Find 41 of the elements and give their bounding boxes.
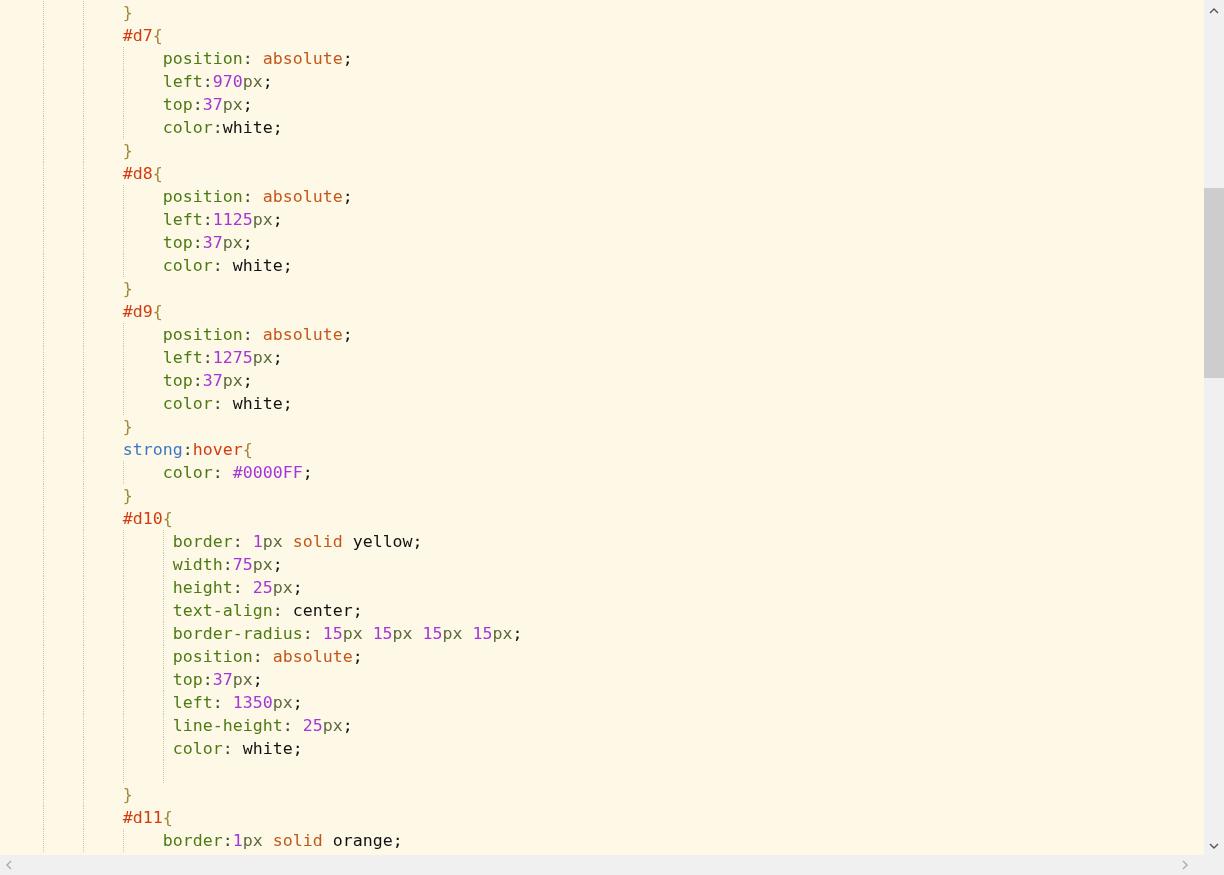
scroll-up-icon[interactable] (1209, 8, 1219, 14)
code-line: border-radius: 15px 15px 15px 15px; (3, 622, 523, 645)
code-line: top:37px; (3, 93, 253, 116)
code-line: } (3, 415, 133, 438)
code-line: text-align: center; (3, 599, 363, 622)
code-line: position: absolute; (3, 185, 353, 208)
code-line: border: 1px solid yellow; (3, 530, 423, 553)
code-line: #d10{ (3, 507, 173, 530)
code-line: color: #0000FF; (3, 461, 313, 484)
code-line: } (3, 277, 133, 300)
code-line: #d9{ (3, 300, 163, 323)
code-line: left:1275px; (3, 346, 283, 369)
code-line: height: 25px; (3, 576, 303, 599)
code-line: top:37px; (3, 369, 253, 392)
code-line: border:1px solid orange; (3, 829, 403, 852)
code-line: strong:hover{ (3, 438, 253, 461)
scroll-left-icon[interactable] (6, 860, 12, 870)
code-line: left: 1350px; (3, 691, 303, 714)
code-line: line-height: 25px; (3, 714, 353, 737)
code-line: top:37px; (3, 231, 253, 254)
code-line: } (3, 139, 133, 162)
code-line: } (3, 783, 133, 806)
code-line: position: absolute; (3, 645, 363, 668)
code-line: position: absolute; (3, 47, 353, 70)
scrollbar-thumb[interactable] (1204, 188, 1224, 378)
code-line: left:1125px; (3, 208, 283, 231)
code-line: } (3, 484, 133, 507)
code-line: color: white; (3, 254, 293, 277)
code-line: left:970px; (3, 70, 273, 93)
code-line: color:white; (3, 116, 283, 139)
code-line: width:75px; (3, 553, 283, 576)
code-line: #d11{ (3, 806, 173, 829)
code-line: color: white; (3, 737, 303, 760)
scroll-down-icon[interactable] (1209, 843, 1219, 849)
code-line: position: absolute; (3, 323, 353, 346)
code-line: top:37px; (3, 668, 263, 691)
scroll-right-icon[interactable] (1182, 860, 1188, 870)
code-line: } (3, 1, 133, 24)
code-line: #d7{ (3, 24, 163, 47)
code-line: color: white; (3, 392, 293, 415)
code-line: #d8{ (3, 162, 163, 185)
